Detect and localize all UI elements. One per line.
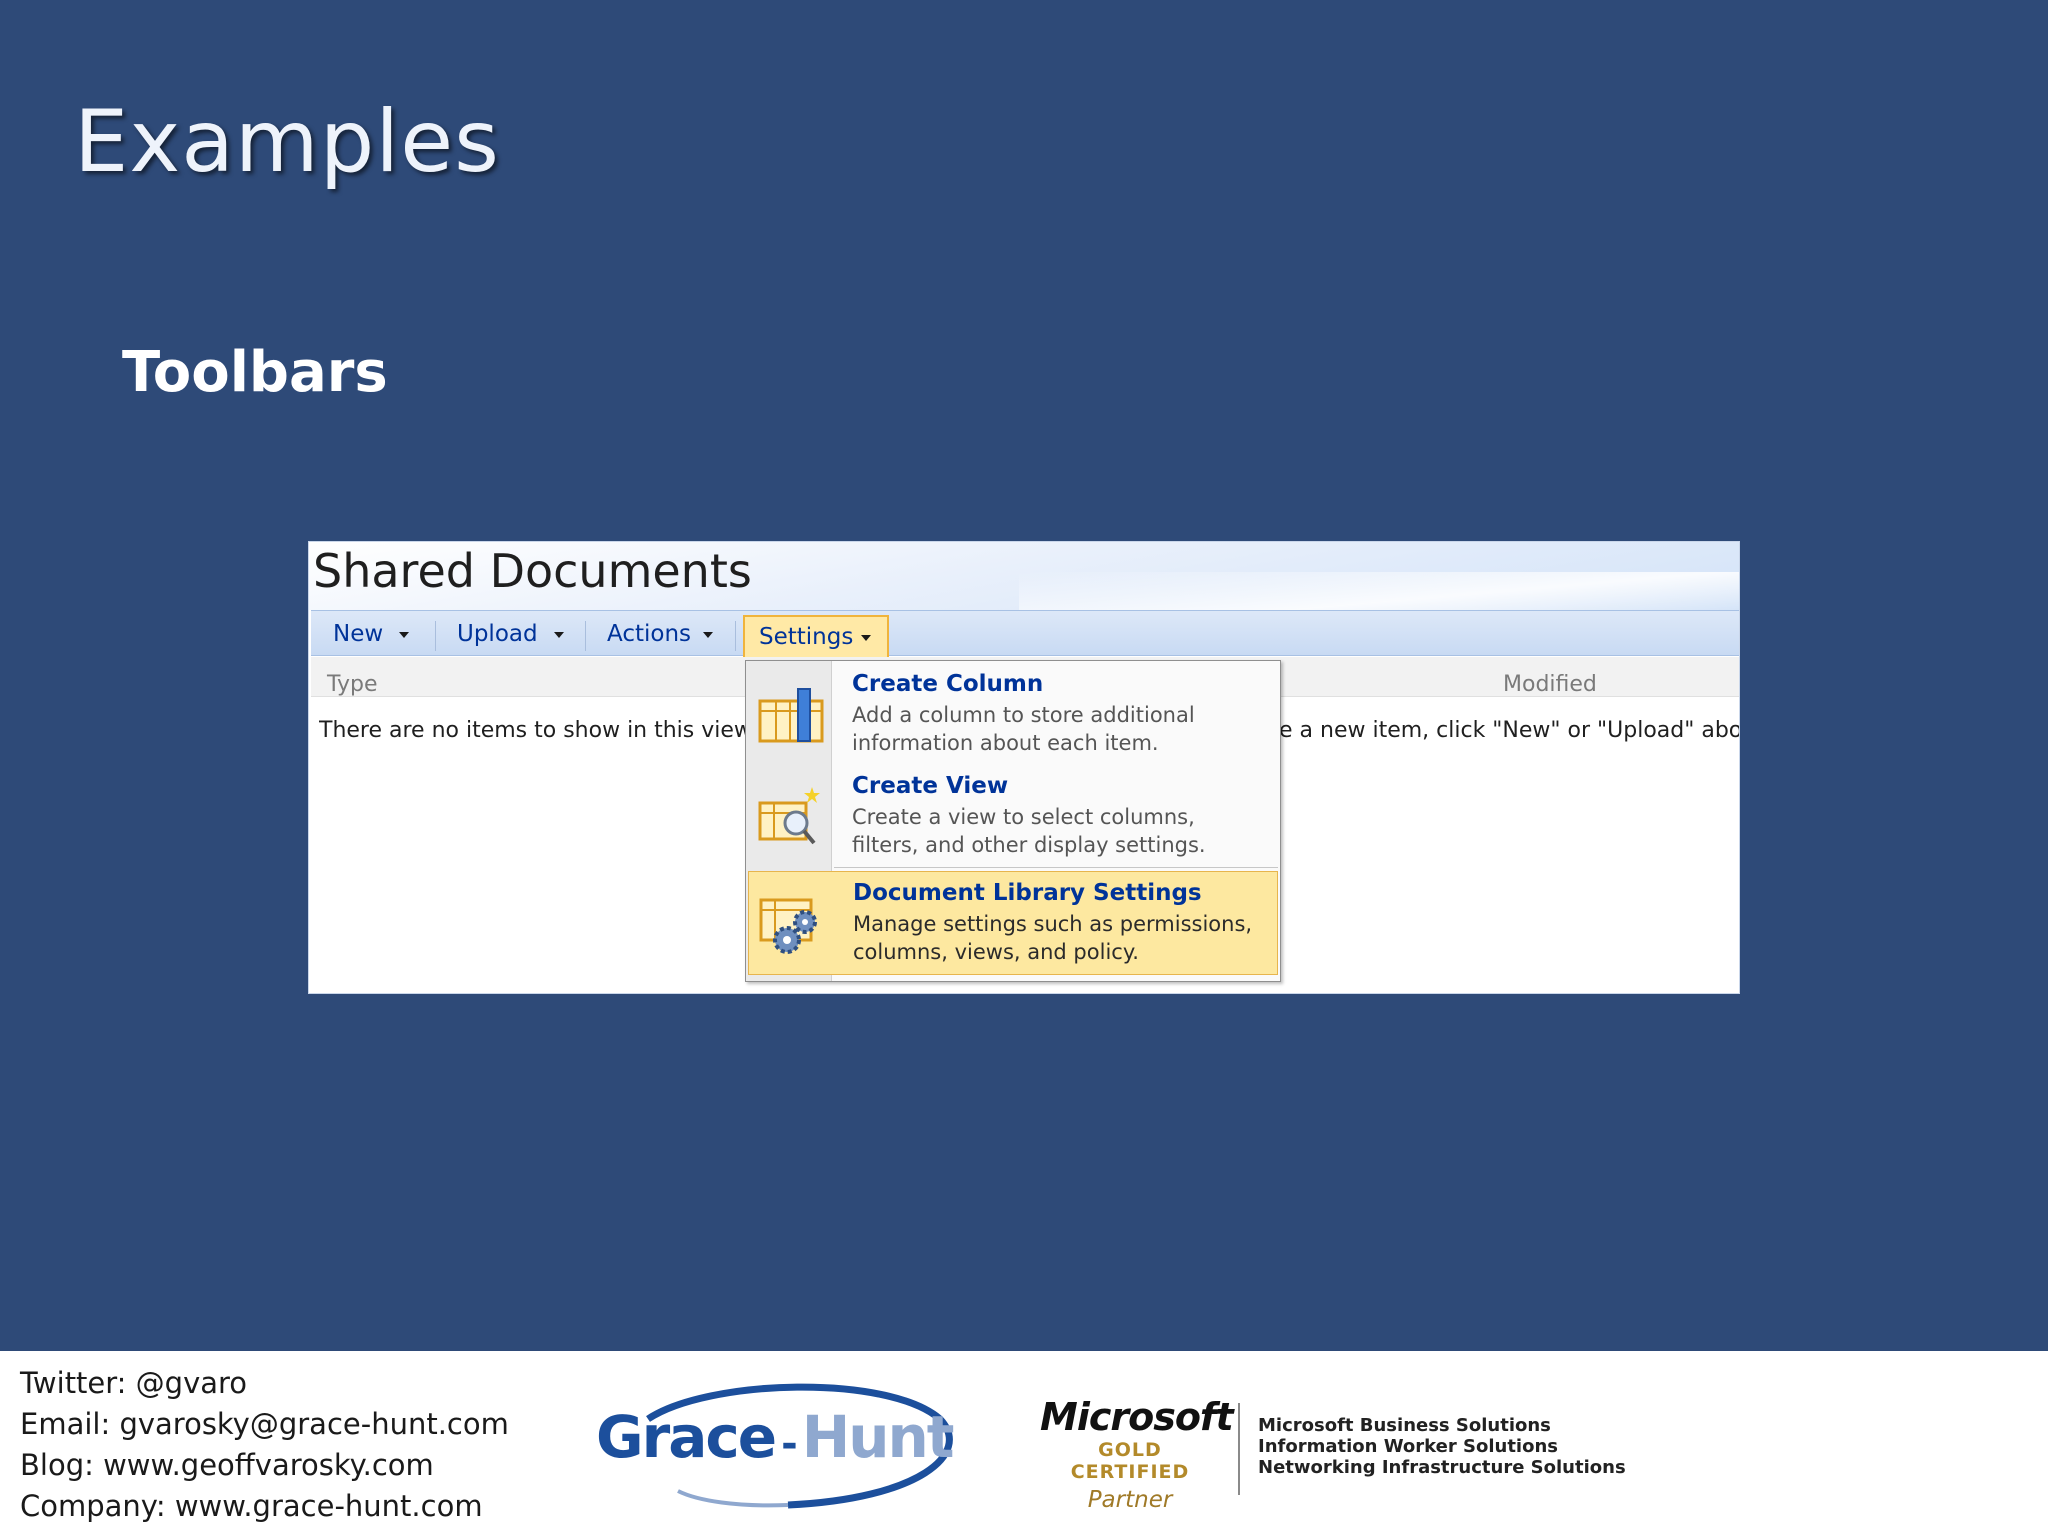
toolbar-separator bbox=[435, 621, 436, 651]
menu-item-description: Manage settings such as permissions, col… bbox=[853, 910, 1273, 966]
menu-item-create-column[interactable]: Create Column Add a column to store addi… bbox=[748, 663, 1278, 767]
new-button-label: New bbox=[333, 621, 384, 647]
logo-divider bbox=[1238, 1403, 1240, 1495]
create-column-icon bbox=[758, 688, 824, 743]
solution-item: Networking Infrastructure Solutions bbox=[1258, 1457, 1626, 1478]
settings-dropdown-menu: Create Column Add a column to store addi… bbox=[745, 660, 1281, 982]
sharepoint-screenshot: Shared Documents New Upload Actions Sett… bbox=[308, 541, 1740, 994]
menu-item-description: Add a column to store additional informa… bbox=[852, 701, 1272, 757]
actions-button-label: Actions bbox=[607, 621, 692, 647]
menu-item-description-line: information about each item. bbox=[852, 731, 1159, 755]
menu-item-description-line: Create a view to select columns, bbox=[852, 805, 1195, 829]
menu-item-create-view[interactable]: Create View Create a view to select colu… bbox=[748, 765, 1278, 869]
menu-divider bbox=[834, 867, 1278, 868]
column-header-modified[interactable]: Modified bbox=[1503, 672, 1597, 697]
menu-item-description: Create a view to select columns, filters… bbox=[852, 803, 1272, 859]
solution-item: Information Worker Solutions bbox=[1258, 1436, 1558, 1457]
menu-item-description-line: filters, and other display settings. bbox=[852, 833, 1206, 857]
menu-item-title: Create Column bbox=[852, 671, 1044, 697]
grace-hunt-logo: Grace - Hunt bbox=[588, 1379, 955, 1509]
gold-certified-label: GOLD CERTIFIED bbox=[1070, 1439, 1190, 1483]
twitter-handle: Twitter: @gvaro bbox=[20, 1366, 248, 1400]
solutions-list: Microsoft Business Solutions Information… bbox=[1258, 1415, 1626, 1478]
contact-info: Twitter: @gvaro Email: gvarosky@grace-hu… bbox=[20, 1363, 509, 1527]
settings-button[interactable]: Settings bbox=[743, 615, 889, 659]
menu-item-title: Document Library Settings bbox=[853, 880, 1202, 906]
logo-text-grace: Grace bbox=[596, 1403, 777, 1471]
library-title: Shared Documents bbox=[313, 544, 752, 598]
chevron-down-icon bbox=[861, 634, 872, 641]
microsoft-wordmark: Microsoft bbox=[1040, 1395, 1234, 1439]
empty-view-message-end: e a new item, click "New" or "Upload" ab… bbox=[1279, 718, 1740, 743]
solution-item: Microsoft Business Solutions bbox=[1258, 1415, 1551, 1436]
column-header-type[interactable]: Type bbox=[327, 672, 378, 697]
partner-label: Partner bbox=[1087, 1487, 1173, 1513]
menu-item-title: Create View bbox=[852, 773, 1009, 799]
header-swoosh bbox=[1019, 572, 1739, 612]
menu-item-description-line: Add a column to store additional bbox=[852, 703, 1195, 727]
actions-button[interactable]: Actions bbox=[607, 619, 714, 653]
settings-button-label: Settings bbox=[759, 624, 854, 650]
upload-button[interactable]: Upload bbox=[457, 619, 564, 653]
logo-text-dash: - bbox=[781, 1421, 798, 1467]
slide-title: Examples bbox=[74, 92, 500, 192]
slide-subtitle: Toolbars bbox=[122, 340, 388, 405]
email-address: Email: gvarosky@grace-hunt.com bbox=[20, 1407, 509, 1441]
library-toolbar: New Upload Actions Settings bbox=[311, 610, 1739, 659]
create-view-icon bbox=[758, 787, 820, 845]
blog-url: Blog: www.geoffvarosky.com bbox=[20, 1448, 434, 1482]
chevron-down-icon bbox=[703, 631, 714, 638]
chevron-down-icon bbox=[553, 631, 564, 638]
library-header: Shared Documents bbox=[309, 542, 1739, 612]
chevron-down-icon bbox=[399, 631, 410, 638]
new-button[interactable]: New bbox=[333, 619, 410, 653]
footer: Twitter: @gvaro Email: gvarosky@grace-hu… bbox=[0, 1351, 2048, 1536]
toolbar-separator bbox=[735, 621, 736, 651]
microsoft-partner-logo: Microsoft GOLD CERTIFIED Partner bbox=[1040, 1395, 1234, 1513]
menu-item-description-line: Manage settings such as permissions, bbox=[853, 912, 1253, 936]
menu-item-document-library-settings[interactable]: Document Library Settings Manage setting… bbox=[748, 871, 1278, 975]
toolbar-separator bbox=[585, 621, 586, 651]
menu-item-description-line: columns, views, and policy. bbox=[853, 940, 1139, 964]
empty-view-message: There are no items to show in this view … bbox=[319, 718, 755, 743]
library-settings-icon bbox=[759, 898, 817, 954]
logo-text-hunt: Hunt bbox=[801, 1403, 955, 1471]
logo-wordmark: Grace - Hunt bbox=[596, 1403, 955, 1471]
upload-button-label: Upload bbox=[457, 621, 538, 647]
company-url: Company: www.grace-hunt.com bbox=[20, 1489, 483, 1523]
